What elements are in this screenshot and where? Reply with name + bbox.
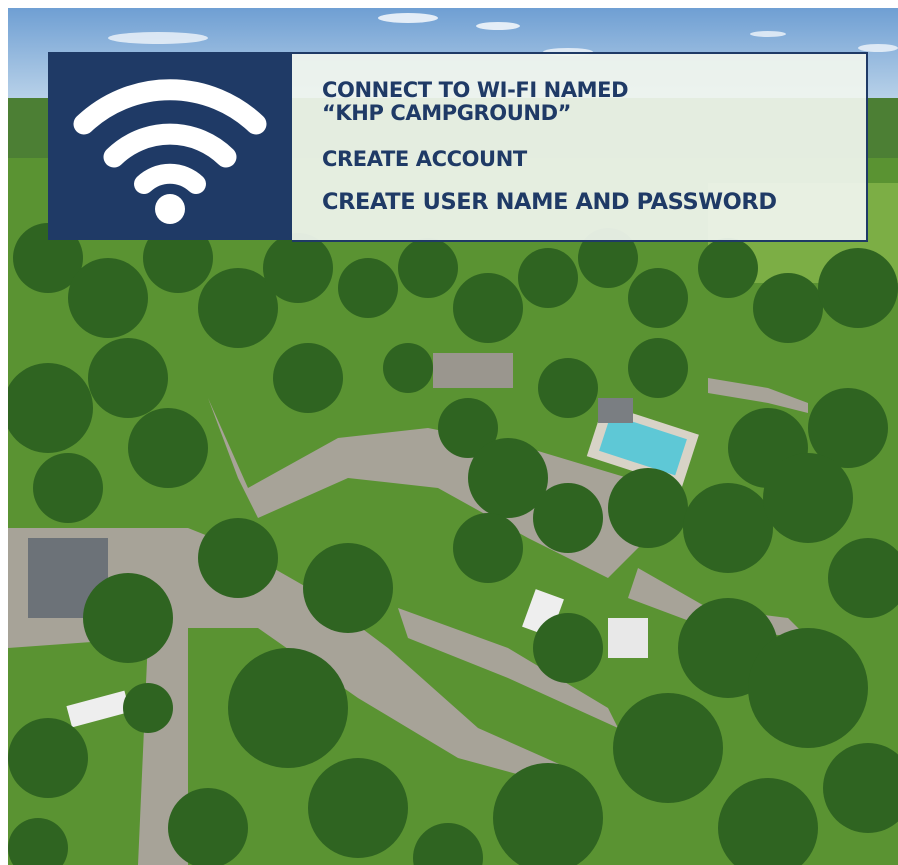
poster: CONNECT TO WI-FI NAMED “KHP CAMPGROUND” … bbox=[8, 8, 898, 865]
instructions-panel: CONNECT TO WI-FI NAMED “KHP CAMPGROUND” … bbox=[292, 52, 868, 242]
instruction-credentials: CREATE USER NAME AND PASSWORD bbox=[322, 189, 777, 215]
instruction-create-account: CREATE ACCOUNT bbox=[322, 147, 527, 171]
instruction-connect: CONNECT TO WI-FI NAMED bbox=[322, 78, 629, 102]
wifi-instructions-banner: CONNECT TO WI-FI NAMED “KHP CAMPGROUND” … bbox=[48, 52, 868, 242]
wifi-icon-panel bbox=[48, 52, 292, 240]
wifi-icon bbox=[73, 79, 267, 224]
instruction-network-name: “KHP CAMPGROUND” bbox=[322, 101, 572, 125]
